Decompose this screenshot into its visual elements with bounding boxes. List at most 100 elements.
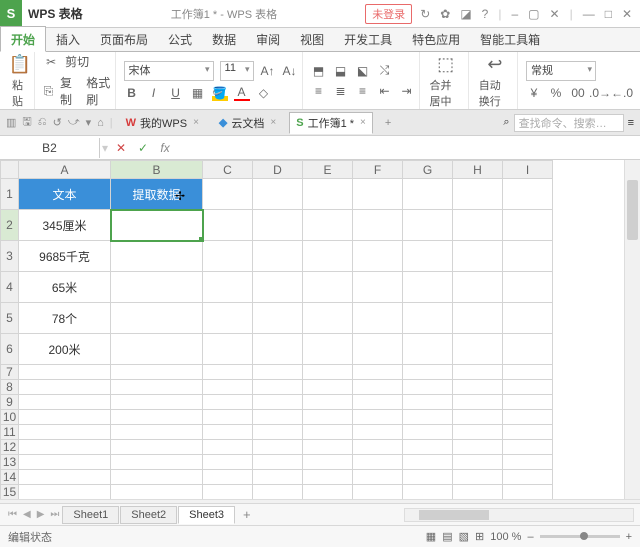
view-normal-icon[interactable]: ▦ (426, 530, 436, 543)
cell-G5[interactable] (403, 303, 453, 334)
cell-F11[interactable] (353, 425, 403, 440)
horizontal-scrollbar[interactable] (404, 508, 634, 522)
row-header-6[interactable]: 6 (1, 334, 19, 365)
cell-G12[interactable] (403, 440, 453, 455)
cell-G13[interactable] (403, 455, 453, 470)
cell-E6[interactable] (303, 334, 353, 365)
cell-B8[interactable] (111, 380, 203, 395)
add-doc-button[interactable]: + (379, 117, 397, 129)
cell-G2[interactable] (403, 210, 453, 241)
underline-icon[interactable]: U (168, 85, 184, 101)
cell-B15[interactable] (111, 485, 203, 500)
cell-I2[interactable] (503, 210, 553, 241)
cell-E11[interactable] (303, 425, 353, 440)
cell-H7[interactable] (453, 365, 503, 380)
cell-A3[interactable]: 9685千克 (19, 241, 111, 272)
menu-tab-8[interactable]: 特色应用 (402, 27, 470, 51)
font-size-select[interactable]: 11 (220, 61, 254, 81)
cell-D8[interactable] (253, 380, 303, 395)
align-middle-icon[interactable]: ⬓ (333, 63, 349, 79)
login-button[interactable]: 未登录 (365, 4, 412, 24)
cell-A12[interactable] (19, 440, 111, 455)
cell-E1[interactable] (303, 179, 353, 210)
cell-C9[interactable] (203, 395, 253, 410)
row-header-9[interactable]: 9 (1, 395, 19, 410)
cell-D11[interactable] (253, 425, 303, 440)
cut-label[interactable]: 剪切 (65, 53, 89, 70)
search-icon[interactable]: ⌕ (503, 116, 509, 129)
number-format-select[interactable]: 常规 (526, 61, 596, 81)
col-header-D[interactable]: D (253, 161, 303, 179)
cell-E9[interactable] (303, 395, 353, 410)
cell-G3[interactable] (403, 241, 453, 272)
menu-tab-1[interactable]: 插入 (46, 27, 90, 51)
doc-close-icon[interactable]: × (193, 117, 199, 128)
cell-A1[interactable]: 文本 (19, 179, 111, 210)
cell-D9[interactable] (253, 395, 303, 410)
menu-tab-5[interactable]: 审阅 (246, 27, 290, 51)
cell-D2[interactable] (253, 210, 303, 241)
row-header-13[interactable]: 13 (1, 455, 19, 470)
align-bottom-icon[interactable]: ⬕ (355, 63, 371, 79)
cell-D12[interactable] (253, 440, 303, 455)
dec-decimal-icon[interactable]: ←.0 (614, 85, 630, 101)
cell-A10[interactable] (19, 410, 111, 425)
cell-F7[interactable] (353, 365, 403, 380)
copy-label[interactable]: 复制 (60, 74, 76, 108)
cell-C2[interactable] (203, 210, 253, 241)
add-sheet-button[interactable]: + (237, 507, 257, 522)
cell-C5[interactable] (203, 303, 253, 334)
cell-A6[interactable]: 200米 (19, 334, 111, 365)
menu-tab-6[interactable]: 视图 (290, 27, 334, 51)
view-break-icon[interactable]: ▧ (459, 530, 469, 543)
col-header-B[interactable]: B (111, 161, 203, 179)
row-header-14[interactable]: 14 (1, 470, 19, 485)
cell-F4[interactable] (353, 272, 403, 303)
maximize-button[interactable]: □ (605, 7, 612, 21)
cell-F1[interactable] (353, 179, 403, 210)
cell-G8[interactable] (403, 380, 453, 395)
row-header-2[interactable]: 2 (1, 210, 19, 241)
row-header-4[interactable]: 4 (1, 272, 19, 303)
doc-tab-0[interactable]: W我的WPS× (119, 112, 206, 134)
inc-decimal-icon[interactable]: .0→ (592, 85, 608, 101)
quick-icon-0[interactable]: ▥ (6, 116, 16, 129)
cell-A4[interactable]: 65米 (19, 272, 111, 303)
fx-button[interactable]: fx (154, 141, 176, 155)
cell-H13[interactable] (453, 455, 503, 470)
cell-B7[interactable] (111, 365, 203, 380)
name-box[interactable] (0, 138, 100, 158)
sheet-tab-Sheet1[interactable]: Sheet1 (62, 506, 119, 524)
skin-icon[interactable]: ◪ (460, 7, 471, 21)
col-header-I[interactable]: I (503, 161, 553, 179)
menu-tab-9[interactable]: 智能工具箱 (470, 27, 550, 51)
cell-D1[interactable] (253, 179, 303, 210)
minimize-button[interactable]: — (583, 7, 595, 21)
font-select[interactable]: 宋体 (124, 61, 214, 81)
align-left-icon[interactable]: ≡ (311, 83, 327, 99)
search-input[interactable]: 查找命令、搜索… (514, 114, 624, 132)
row-header-10[interactable]: 10 (1, 410, 19, 425)
row-header-5[interactable]: 5 (1, 303, 19, 334)
menu-tab-7[interactable]: 开发工具 (334, 27, 402, 51)
cell-D7[interactable] (253, 365, 303, 380)
align-right-icon[interactable]: ≡ (355, 83, 371, 99)
menu-tab-4[interactable]: 数据 (202, 27, 246, 51)
cell-C11[interactable] (203, 425, 253, 440)
cell-B11[interactable] (111, 425, 203, 440)
cloud-icon[interactable]: ✿ (440, 7, 450, 21)
menu-icon[interactable]: ≡ (628, 117, 634, 129)
cell-B2[interactable] (111, 210, 203, 241)
zoom-label[interactable]: 100 % (490, 531, 521, 543)
cell-A14[interactable] (19, 470, 111, 485)
cell-H9[interactable] (453, 395, 503, 410)
cell-C15[interactable] (203, 485, 253, 500)
cell-H8[interactable] (453, 380, 503, 395)
cancel-button[interactable]: ✕ (110, 141, 132, 155)
cell-B12[interactable] (111, 440, 203, 455)
cell-I7[interactable] (503, 365, 553, 380)
view-sep-icon[interactable]: ⊞ (475, 530, 484, 543)
cell-I6[interactable] (503, 334, 553, 365)
menu-tab-3[interactable]: 公式 (158, 27, 202, 51)
confirm-button[interactable]: ✓ (132, 141, 154, 155)
